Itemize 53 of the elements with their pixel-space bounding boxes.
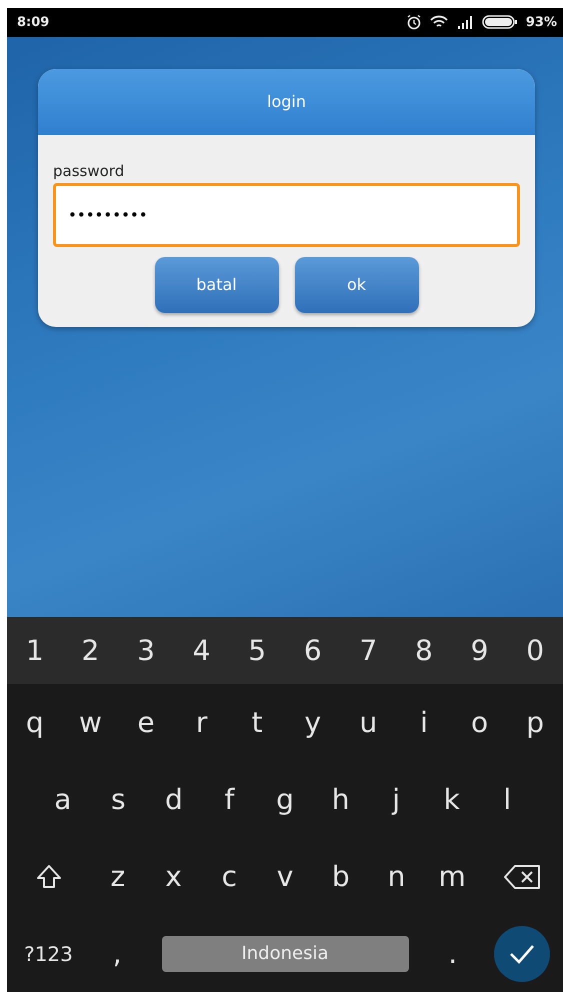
dialog-button[interactable]: ok [294,256,418,313]
keyboard-key[interactable]: . [426,915,480,992]
keyboard-key[interactable]: o [452,684,508,761]
alarm-clock-icon [406,14,422,30]
keyboard-key[interactable]: x [146,838,202,915]
keyboard-key[interactable]: h [312,761,368,838]
dialog-title: login [38,68,535,135]
field-label: password [53,162,124,180]
symbols-key[interactable]: ?123 [7,915,90,992]
signal-icon [456,15,474,30]
keyboard-key[interactable]: d [146,761,202,838]
password-field[interactable]: ••••••••• [53,182,520,247]
keyboard-key[interactable]: m [424,838,480,915]
shift-icon[interactable] [34,862,62,890]
keyboard-key[interactable]: y [284,684,341,761]
keyboard-key[interactable]: u [340,684,396,761]
keyboard-key[interactable]: , [90,915,144,992]
keyboard-key[interactable]: 1 [7,617,63,684]
keyboard-key[interactable]: 9 [452,617,508,684]
keyboard-key[interactable]: t [229,684,285,761]
keyboard-key[interactable]: f [202,761,258,838]
keyboard-key[interactable]: 3 [118,617,174,684]
keyboard-key[interactable]: z [90,838,146,915]
keyboard-key[interactable]: e [118,684,174,761]
keyboard-key[interactable]: 2 [62,617,118,684]
keyboard-key[interactable]: v [257,838,313,915]
keyboard-key[interactable]: p [507,684,563,761]
checkmark-icon [508,942,534,964]
keyboard-key[interactable]: w [62,684,118,761]
dialog-button[interactable]: batal [154,256,278,313]
keyboard-key[interactable]: r [174,684,230,761]
keyboard-key[interactable]: i [396,684,452,761]
clock-time: 8:09 [17,14,50,30]
keyboard-key[interactable]: 6 [284,617,341,684]
keyboard-key[interactable]: g [257,761,313,838]
keyboard-key[interactable]: j [368,761,424,838]
keyboard-key[interactable]: 8 [396,617,452,684]
keyboard-key[interactable]: 4 [174,617,230,684]
keyboard-key[interactable]: a [35,761,91,838]
keyboard-key[interactable]: l [480,761,536,838]
keyboard-key[interactable]: s [90,761,146,838]
keyboard-key[interactable]: k [424,761,480,838]
keyboard-key[interactable]: c [201,838,258,915]
keyboard-key[interactable]: 7 [340,617,396,684]
keyboard-key[interactable]: b [312,838,369,915]
keyboard-key[interactable]: q [7,684,63,761]
keyboard-key[interactable]: n [368,838,424,915]
backspace-icon[interactable] [502,864,541,890]
keyboard-key[interactable]: 0 [507,617,563,684]
battery-percent: 93% [526,14,557,30]
wifi-icon [430,15,448,30]
battery-icon [482,15,518,30]
keyboard-key[interactable]: 5 [229,617,285,684]
